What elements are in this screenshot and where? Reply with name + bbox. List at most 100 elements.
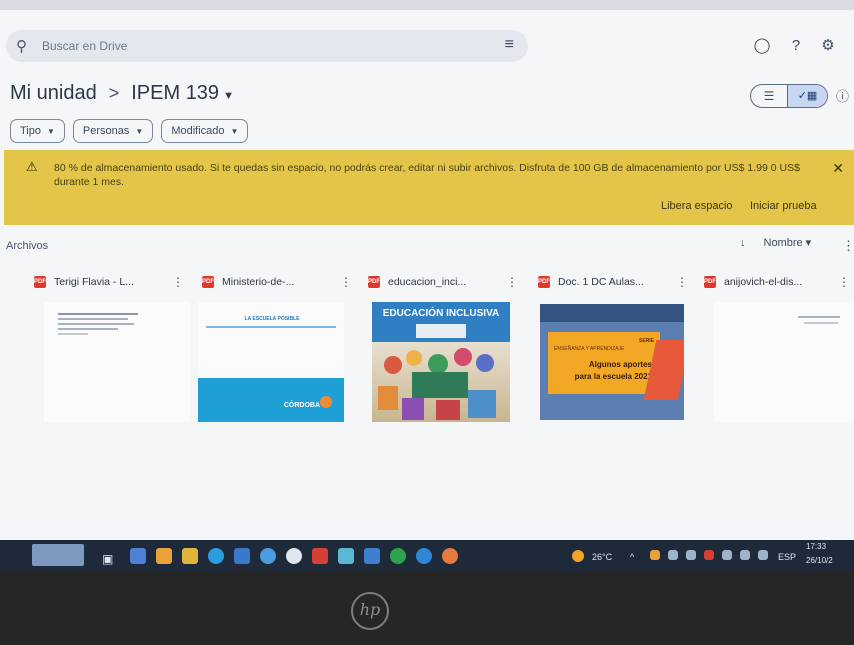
tray-icon[interactable]: [668, 550, 678, 560]
thumbnail-rule: [206, 326, 336, 328]
volume-icon[interactable]: [758, 550, 768, 560]
tray-app-icon[interactable]: [650, 550, 660, 560]
info-icon[interactable]: ⓘ: [836, 86, 854, 104]
window-top-strip: [0, 0, 854, 10]
more-options-icon[interactable]: ⋮: [340, 275, 352, 289]
wifi-icon[interactable]: [740, 550, 750, 560]
close-icon[interactable]: ✕: [832, 160, 844, 177]
pdf-icon: PDF: [538, 276, 550, 288]
acrobat-icon[interactable]: [312, 548, 328, 564]
chrome-browser-icon[interactable]: [416, 548, 432, 564]
chevron-up-icon[interactable]: ^: [630, 552, 634, 562]
clock-time[interactable]: 17:33: [806, 542, 826, 551]
search-input[interactable]: [40, 38, 464, 54]
thumbnail-subtitle-box: [416, 324, 466, 338]
chip-label: Modificado: [171, 125, 225, 137]
storage-warning-banner: ⚠ 80 % de almacenamiento usado. Si te qu…: [4, 150, 854, 225]
offline-status-icon[interactable]: ◯: [752, 36, 772, 56]
brand-logo-icon: [320, 396, 332, 408]
more-options-icon[interactable]: ⋮: [842, 238, 854, 254]
illustration-children-image: [372, 342, 510, 422]
task-view-icon[interactable]: ▣: [102, 552, 113, 566]
file-header: PDF anijovich-el-dis...: [700, 272, 854, 292]
file-card[interactable]: PDF Doc. 1 DC Aulas... ⋮ SERIE ENSEÑANZA…: [534, 272, 692, 422]
file-thumbnail: EDUCACIÓN INCLUSIVA: [372, 302, 510, 422]
clock-date[interactable]: 26/10/2: [806, 556, 833, 565]
sort-label: Nombre: [763, 237, 803, 249]
battery-icon[interactable]: [722, 550, 732, 560]
chevron-down-icon: ▼: [230, 126, 239, 136]
file-card[interactable]: PDF educacion_inci... ⋮ EDUCACIÓN INCLUS…: [364, 272, 522, 422]
file-card[interactable]: PDF anijovich-el-dis... ⋮: [700, 272, 854, 422]
filter-chip-personas[interactable]: Personas ▼: [72, 119, 154, 143]
breadcrumb-root[interactable]: Mi unidad: [10, 82, 97, 105]
tiktok-icon[interactable]: [286, 548, 302, 564]
more-options-icon[interactable]: ⋮: [506, 275, 518, 289]
section-title: Archivos: [6, 240, 49, 252]
breadcrumb-current[interactable]: IPEM 139 ▼: [131, 82, 234, 105]
file-card[interactable]: PDF Terigi Flavia - L... ⋮: [30, 272, 190, 422]
file-name: educacion_inci...: [388, 276, 467, 288]
thumbnail-footer-band: CÓRDOBA: [198, 378, 344, 422]
breadcrumb-separator: >: [108, 83, 120, 103]
screen: ⚲ ≡ ◯ ? ⚙ Mi unidad > IPEM 139▼ ☰ ✓▦ ⓘ T…: [0, 0, 854, 572]
spotify-icon[interactable]: [390, 548, 406, 564]
grid-view-icon[interactable]: ✓▦: [788, 85, 827, 107]
file-header: PDF Doc. 1 DC Aulas...: [534, 272, 692, 292]
pdf-icon: PDF: [34, 276, 46, 288]
photos-icon[interactable]: [338, 548, 354, 564]
view-toggle: ☰ ✓▦: [750, 84, 828, 108]
taskbar-app-icon[interactable]: [130, 548, 146, 564]
chrome-icon[interactable]: [260, 548, 276, 564]
search-bar[interactable]: ⚲ ≡: [6, 30, 528, 62]
store-icon[interactable]: [234, 548, 250, 564]
breadcrumb: Mi unidad > IPEM 139 ▼: [10, 82, 234, 105]
chevron-down-icon: ▼: [223, 90, 234, 102]
sort-button[interactable]: Nombre ▾: [764, 236, 812, 249]
thumbnail-header-band: [540, 304, 684, 322]
more-options-icon[interactable]: ⋮: [676, 275, 688, 289]
file-header: PDF Terigi Flavia - L...: [30, 272, 188, 292]
laptop-bezel: [0, 572, 854, 645]
settings-icon[interactable]: ⚙: [818, 36, 838, 56]
file-name: Doc. 1 DC Aulas...: [558, 276, 644, 288]
breadcrumb-current-label: IPEM 139: [131, 82, 220, 104]
chevron-down-icon: ▼: [135, 126, 144, 136]
tune-icon[interactable]: ≡: [505, 36, 514, 54]
weather-sun-icon: [572, 550, 584, 562]
file-name: Ministerio-de-...: [222, 276, 295, 288]
input-language[interactable]: ESP: [778, 552, 796, 562]
file-thumbnail: SERIE ENSEÑANZA Y APRENDIZAJE Algunos ap…: [540, 304, 684, 420]
network-icon[interactable]: [686, 550, 696, 560]
file-thumbnail: [714, 302, 854, 422]
file-thumbnail: [44, 302, 190, 422]
edge-icon[interactable]: [208, 548, 224, 564]
chevron-down-icon: ▼: [47, 126, 55, 136]
tray-alert-icon[interactable]: [704, 550, 714, 560]
file-thumbnail: LA ESCUELA POSIBLE CÓRDOBA: [198, 302, 344, 422]
thumbnail-title: LA ESCUELA POSIBLE: [244, 316, 300, 322]
file-explorer-icon[interactable]: [156, 548, 172, 564]
more-options-icon[interactable]: ⋮: [172, 275, 184, 289]
more-options-icon[interactable]: ⋮: [838, 275, 850, 289]
taskbar-temperature[interactable]: 26°C: [592, 552, 612, 562]
free-space-button[interactable]: Libera espacio: [661, 200, 733, 212]
start-trial-button[interactable]: Iniciar prueba: [750, 200, 817, 212]
hp-logo: hp: [351, 592, 389, 630]
thumbnail-banner: SERIE ENSEÑANZA Y APRENDIZAJE Algunos ap…: [548, 332, 660, 394]
list-view-icon[interactable]: ☰: [751, 85, 788, 107]
sort-direction-icon[interactable]: ↓: [740, 237, 746, 249]
taskbar-widget-icon[interactable]: [32, 544, 84, 566]
file-name: Terigi Flavia - L...: [54, 276, 134, 288]
folder-icon[interactable]: [182, 548, 198, 564]
thumbnail-title: EDUCACIÓN INCLUSIVA: [382, 308, 500, 319]
search-icon[interactable]: ⚲: [16, 37, 27, 55]
mail-icon[interactable]: [364, 548, 380, 564]
filter-chip-modificado[interactable]: Modificado ▼: [161, 119, 249, 143]
thumbnail-subtitle: ENSEÑANZA Y APRENDIZAJE: [554, 346, 625, 352]
help-icon[interactable]: ?: [786, 36, 806, 56]
app-icon[interactable]: [442, 548, 458, 564]
filter-chip-tipo[interactable]: Tipo ▼: [10, 119, 65, 143]
file-card[interactable]: PDF Ministerio-de-... ⋮ LA ESCUELA POSIB…: [198, 272, 356, 422]
thumbnail-headline-2: para la escuela 2021: [574, 372, 652, 381]
